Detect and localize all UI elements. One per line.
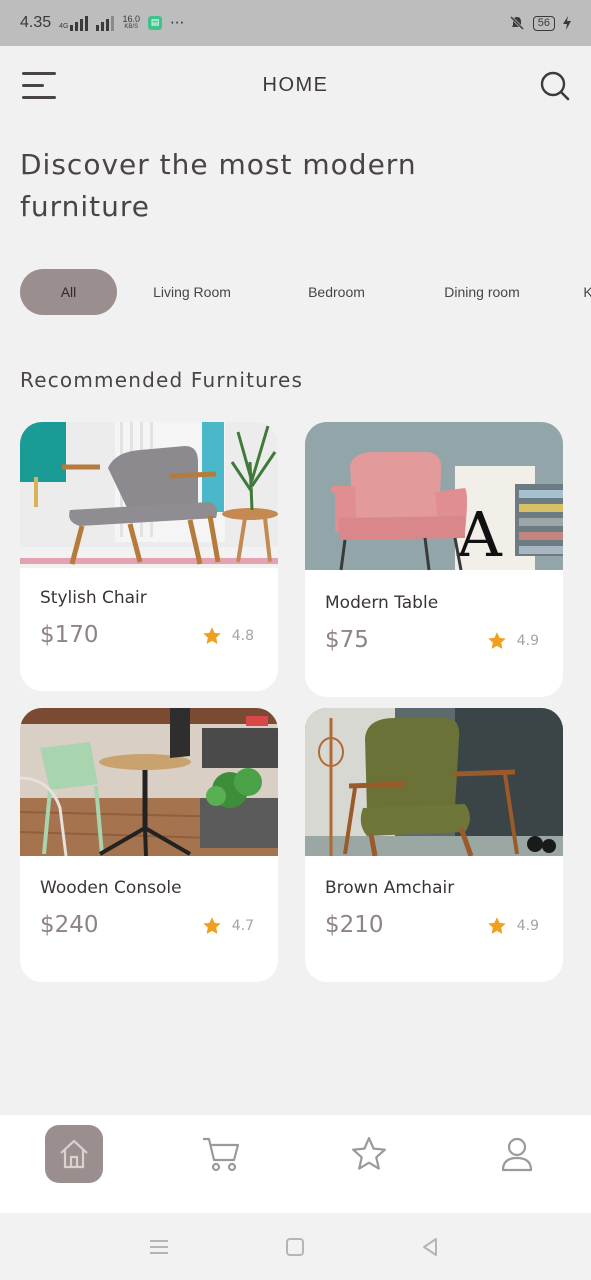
product-price: $210 (325, 912, 384, 938)
recent-apps-icon[interactable] (147, 1235, 171, 1259)
bottom-navigation (0, 1115, 591, 1213)
rating-value: 4.9 (516, 918, 539, 934)
rating-value: 4.9 (516, 633, 539, 649)
category-all[interactable]: All (20, 269, 117, 315)
nav-cart[interactable] (192, 1125, 250, 1183)
net-speed: 16.0 KB/S (122, 14, 141, 31)
category-bedroom[interactable]: Bedroom (267, 269, 406, 315)
nav-profile[interactable] (488, 1125, 546, 1183)
product-image (20, 422, 278, 568)
category-tabs: All Living Room Bedroom Dining room K (20, 269, 591, 315)
product-card[interactable]: A Modern Table $75 4.9 (305, 422, 563, 697)
home-icon (60, 1139, 88, 1169)
headline: Discover the most modern furniture (20, 148, 417, 223)
network-type: 4G (59, 23, 69, 30)
nav-home[interactable] (45, 1125, 103, 1183)
star-icon (352, 1137, 386, 1170)
page-title: HOME (262, 74, 329, 96)
product-price: $75 (325, 627, 369, 653)
product-name: Modern Table (325, 593, 439, 613)
system-navigation-bar (0, 1213, 591, 1280)
product-card[interactable]: Brown Amchair $210 4.9 (305, 708, 563, 982)
back-icon[interactable] (418, 1235, 442, 1259)
product-rating: 4.9 (487, 916, 539, 936)
product-price: $240 (40, 912, 99, 938)
product-name: Wooden Console (40, 878, 182, 898)
status-left: 4.35 4G 16.0 KB/S ▤ ··· (20, 14, 184, 32)
cart-icon (203, 1137, 240, 1172)
product-rating: 4.9 (487, 631, 539, 651)
product-price: $170 (40, 622, 99, 648)
product-image: A (305, 422, 563, 570)
star-icon (487, 632, 506, 649)
star-icon (202, 627, 221, 644)
app-notification-icon: ▤ (148, 16, 163, 30)
status-time: 4.35 (20, 14, 52, 31)
product-image (20, 708, 278, 856)
rating-value: 4.8 (231, 628, 254, 644)
category-living-room[interactable]: Living Room (117, 269, 267, 315)
category-dining-room[interactable]: Dining room (406, 269, 558, 315)
charging-icon (563, 16, 571, 30)
status-right: 56 (509, 15, 571, 31)
signal-icon: 4G (59, 15, 89, 31)
nav-favorites[interactable] (340, 1125, 398, 1183)
bell-off-icon (509, 15, 524, 31)
profile-icon (501, 1137, 533, 1172)
product-name: Brown Amchair (325, 878, 455, 898)
app-header: HOME (0, 46, 591, 126)
rating-value: 4.7 (231, 918, 254, 934)
category-more[interactable]: K (558, 269, 591, 315)
star-icon (202, 917, 221, 934)
product-card[interactable]: Stylish Chair $170 4.8 (20, 422, 278, 691)
section-title: Recommended Furnitures (20, 368, 304, 392)
search-icon[interactable] (539, 70, 571, 102)
product-card[interactable]: Wooden Console $240 4.7 (20, 708, 278, 982)
product-rating: 4.8 (202, 626, 254, 646)
battery-icon: 56 (532, 15, 555, 31)
star-icon (487, 917, 506, 934)
product-name: Stylish Chair (40, 588, 147, 608)
product-image (305, 708, 563, 856)
product-rating: 4.7 (202, 916, 254, 936)
more-notifications: ··· (170, 14, 185, 32)
home-square-icon[interactable] (283, 1235, 307, 1259)
signal-2-icon (96, 15, 115, 31)
status-bar: 4.35 4G 16.0 KB/S ▤ ··· 56 (0, 0, 591, 46)
